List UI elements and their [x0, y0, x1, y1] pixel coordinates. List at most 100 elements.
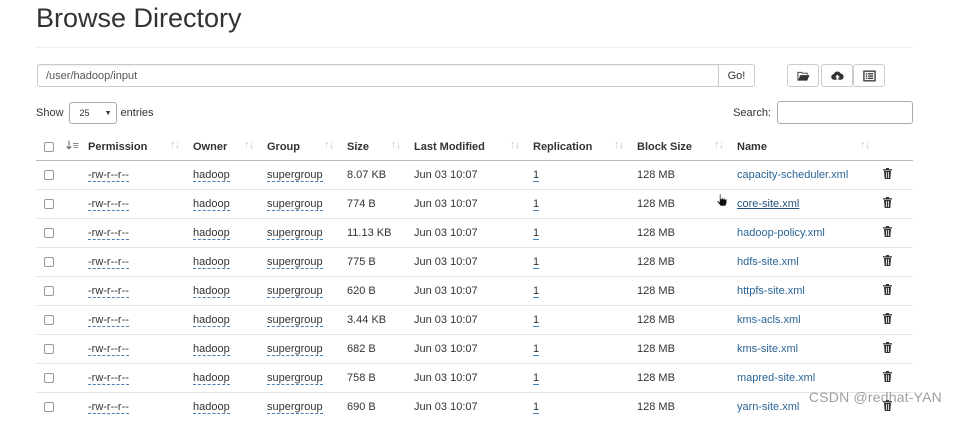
owner-link[interactable]: hadoop	[193, 169, 230, 182]
row-checkbox[interactable]	[44, 402, 54, 412]
search-input[interactable]	[777, 101, 913, 124]
last-modified-cell: Jun 03 10:07	[406, 335, 525, 364]
group-link[interactable]: supergroup	[267, 372, 323, 385]
permission-link[interactable]: -rw-r--r--	[88, 314, 129, 327]
row-spacer-cell	[58, 335, 80, 364]
permission-link[interactable]: -rw-r--r--	[88, 227, 129, 240]
group-link[interactable]: supergroup	[267, 227, 323, 240]
owner-link[interactable]: hadoop	[193, 343, 230, 356]
owner-link[interactable]: hadoop	[193, 372, 230, 385]
owner-link[interactable]: hadoop	[193, 256, 230, 269]
row-checkbox[interactable]	[44, 228, 54, 238]
file-table: ⇣≡ Permission↑↓ Owner↑↓ Group↑↓ Size↑↓ L…	[36, 133, 913, 421]
group-link[interactable]: supergroup	[267, 314, 323, 327]
title-divider	[36, 47, 913, 48]
page-length-select[interactable]: 25 ▼	[69, 102, 117, 124]
replication-link[interactable]: 1	[533, 285, 539, 298]
replication-link[interactable]: 1	[533, 401, 539, 414]
replication-link[interactable]: 1	[533, 169, 539, 182]
replication-link[interactable]: 1	[533, 256, 539, 269]
group-link[interactable]: supergroup	[267, 256, 323, 269]
column-header-label: Replication	[533, 141, 592, 153]
replication-link[interactable]: 1	[533, 343, 539, 356]
entries-label: entries	[121, 107, 154, 119]
permission-link[interactable]: -rw-r--r--	[88, 256, 129, 269]
row-checkbox[interactable]	[44, 344, 54, 354]
replication-link[interactable]: 1	[533, 227, 539, 240]
file-name-link[interactable]: kms-acls.xml	[737, 314, 801, 326]
permission-link[interactable]: -rw-r--r--	[88, 401, 129, 414]
column-header-name[interactable]: Name↑↓	[729, 133, 875, 161]
owner-link[interactable]: hadoop	[193, 314, 230, 327]
replication-link[interactable]: 1	[533, 198, 539, 211]
permission-link[interactable]: -rw-r--r--	[88, 285, 129, 298]
block-size-cell: 128 MB	[629, 190, 729, 219]
owner-link[interactable]: hadoop	[193, 198, 230, 211]
sort-icon: ↑↓	[324, 139, 333, 151]
delete-button[interactable]	[883, 373, 892, 385]
row-checkbox[interactable]	[44, 373, 54, 383]
last-modified-cell: Jun 03 10:07	[406, 190, 525, 219]
file-name-link[interactable]: yarn-site.xml	[737, 401, 799, 413]
table-row: -rw-r--r--hadoopsupergroup11.13 KBJun 03…	[36, 219, 913, 248]
file-name-link[interactable]: mapred-site.xml	[737, 372, 815, 384]
file-name-link[interactable]: kms-site.xml	[737, 343, 798, 355]
path-input[interactable]	[37, 64, 718, 87]
upload-button[interactable]	[821, 64, 853, 87]
file-name-link[interactable]: capacity-scheduler.xml	[737, 169, 848, 181]
owner-link[interactable]: hadoop	[193, 285, 230, 298]
permission-link[interactable]: -rw-r--r--	[88, 343, 129, 356]
file-name-link[interactable]: hadoop-policy.xml	[737, 227, 825, 239]
file-name-link[interactable]: httpfs-site.xml	[737, 285, 805, 297]
search-label: Search:	[733, 107, 771, 119]
replication-cell: 1	[525, 248, 629, 277]
column-header-block-size[interactable]: Block Size↑↓	[629, 133, 729, 161]
delete-button[interactable]	[883, 199, 892, 211]
delete-button[interactable]	[883, 344, 892, 356]
group-link[interactable]: supergroup	[267, 343, 323, 356]
delete-cell	[875, 306, 913, 335]
row-select-cell	[36, 161, 58, 190]
delete-button[interactable]	[883, 170, 892, 182]
row-checkbox[interactable]	[44, 315, 54, 325]
row-checkbox[interactable]	[44, 199, 54, 209]
delete-cell	[875, 190, 913, 219]
replication-link[interactable]: 1	[533, 314, 539, 327]
owner-link[interactable]: hadoop	[193, 401, 230, 414]
group-link[interactable]: supergroup	[267, 169, 323, 182]
column-header-size[interactable]: Size↑↓	[339, 133, 406, 161]
group-link[interactable]: supergroup	[267, 285, 323, 298]
column-header-last-modified[interactable]: Last Modified↑↓	[406, 133, 525, 161]
group-link[interactable]: supergroup	[267, 198, 323, 211]
row-checkbox[interactable]	[44, 170, 54, 180]
select-all-header[interactable]	[36, 133, 58, 161]
row-spacer-cell	[58, 161, 80, 190]
row-checkbox[interactable]	[44, 257, 54, 267]
page-title: Browse Directory	[36, 3, 242, 34]
row-checkbox[interactable]	[44, 286, 54, 296]
go-button[interactable]: Go!	[718, 64, 755, 87]
permission-link[interactable]: -rw-r--r--	[88, 198, 129, 211]
delete-button[interactable]	[883, 257, 892, 269]
file-name-link[interactable]: hdfs-site.xml	[737, 256, 799, 268]
column-header-permission[interactable]: Permission↑↓	[80, 133, 185, 161]
sort-icon: ↑↓	[244, 139, 253, 151]
replication-link[interactable]: 1	[533, 372, 539, 385]
file-name-link[interactable]: core-site.xml	[737, 198, 799, 210]
column-header-replication[interactable]: Replication↑↓	[525, 133, 629, 161]
column-header-group[interactable]: Group↑↓	[259, 133, 339, 161]
delete-button[interactable]	[883, 315, 892, 327]
create-directory-button[interactable]	[787, 64, 819, 87]
column-header-owner[interactable]: Owner↑↓	[185, 133, 259, 161]
sort-column-header[interactable]: ⇣≡	[58, 133, 80, 161]
permission-link[interactable]: -rw-r--r--	[88, 169, 129, 182]
permission-link[interactable]: -rw-r--r--	[88, 372, 129, 385]
select-all-checkbox[interactable]	[44, 142, 54, 152]
group-link[interactable]: supergroup	[267, 401, 323, 414]
name-cell: capacity-scheduler.xml	[729, 161, 875, 190]
owner-link[interactable]: hadoop	[193, 227, 230, 240]
cut-paste-button[interactable]	[853, 64, 885, 87]
delete-button[interactable]	[883, 228, 892, 240]
delete-cell	[875, 277, 913, 306]
delete-button[interactable]	[883, 286, 892, 298]
